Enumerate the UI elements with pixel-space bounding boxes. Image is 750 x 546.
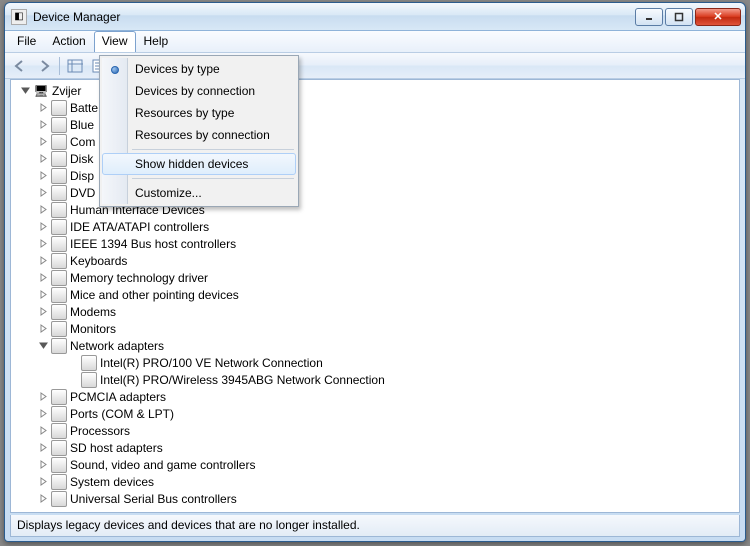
show-hide-tree-button[interactable] — [64, 55, 86, 77]
tree-category-label: Batte — [70, 100, 98, 116]
minimize-button[interactable] — [635, 8, 663, 26]
device-category-icon — [51, 338, 67, 354]
view-dropdown: Devices by type Devices by connection Re… — [99, 55, 299, 207]
tree-category[interactable]: Sound, video and game controllers — [13, 456, 739, 473]
computer-icon — [33, 83, 49, 99]
device-category-icon — [51, 389, 67, 405]
device-category-icon — [51, 151, 67, 167]
device-category-icon — [51, 253, 67, 269]
device-icon — [81, 355, 97, 371]
tree-category[interactable]: SD host adapters — [13, 439, 739, 456]
tree-root-label: Zvijer — [52, 83, 81, 99]
tree-category-label: Com — [70, 134, 95, 150]
tree-category[interactable]: PCMCIA adapters — [13, 388, 739, 405]
device-category-icon — [51, 406, 67, 422]
window-title: Device Manager — [33, 10, 633, 24]
tree-category[interactable]: Memory technology driver — [13, 269, 739, 286]
device-category-icon — [51, 457, 67, 473]
tree-category-label: Memory technology driver — [70, 270, 208, 286]
tree-device-label: Intel(R) PRO/Wireless 3945ABG Network Co… — [100, 372, 385, 388]
device-category-icon — [51, 219, 67, 235]
tree-category-label: Monitors — [70, 321, 116, 337]
dropdown-separator — [132, 178, 294, 179]
tree-category-label: Disk — [70, 151, 93, 167]
tree-category[interactable]: Mice and other pointing devices — [13, 286, 739, 303]
device-category-icon — [51, 100, 67, 116]
bullet-selected-icon — [111, 66, 119, 74]
app-icon: ◧ — [11, 9, 27, 25]
tree-category-label: System devices — [70, 474, 154, 490]
menu-help[interactable]: Help — [136, 31, 177, 52]
window-controls — [633, 8, 741, 26]
dropdown-separator — [132, 149, 294, 150]
device-category-icon — [51, 202, 67, 218]
tree-category[interactable]: System devices — [13, 473, 739, 490]
tree-category-label: Modems — [70, 304, 116, 320]
menu-action[interactable]: Action — [44, 31, 93, 52]
device-manager-window: ◧ Device Manager File Action View Help Z… — [4, 2, 746, 542]
tree-category-label: Universal Serial Bus controllers — [70, 491, 237, 507]
device-category-icon — [51, 474, 67, 490]
tree-category[interactable]: Network adapters — [13, 337, 739, 354]
nav-forward-button[interactable] — [33, 55, 55, 77]
statusbar: Displays legacy devices and devices that… — [10, 515, 740, 537]
tree-category[interactable]: Universal Serial Bus controllers — [13, 490, 739, 507]
device-icon — [81, 372, 97, 388]
menu-devices-by-connection[interactable]: Devices by connection — [102, 80, 296, 102]
tree-category[interactable]: Ports (COM & LPT) — [13, 405, 739, 422]
tree-device[interactable]: Intel(R) PRO/Wireless 3945ABG Network Co… — [13, 371, 739, 388]
tree-category[interactable]: Keyboards — [13, 252, 739, 269]
device-category-icon — [51, 287, 67, 303]
device-category-icon — [51, 423, 67, 439]
menu-resources-by-connection[interactable]: Resources by connection — [102, 124, 296, 146]
tree-category[interactable]: IDE ATA/ATAPI controllers — [13, 218, 739, 235]
device-category-icon — [51, 304, 67, 320]
tree-category-label: Processors — [70, 423, 130, 439]
tree-category-label: Sound, video and game controllers — [70, 457, 255, 473]
tree-category-label: DVD — [70, 185, 95, 201]
device-category-icon — [51, 134, 67, 150]
tree-category-label: SD host adapters — [70, 440, 163, 456]
menu-show-hidden-devices[interactable]: Show hidden devices — [102, 153, 296, 175]
device-category-icon — [51, 440, 67, 456]
menu-view[interactable]: View — [94, 31, 136, 52]
tree-category[interactable]: IEEE 1394 Bus host controllers — [13, 235, 739, 252]
device-category-icon — [51, 321, 67, 337]
tree-category-label: IEEE 1394 Bus host controllers — [70, 236, 236, 252]
device-category-icon — [51, 168, 67, 184]
tree-category-label: IDE ATA/ATAPI controllers — [70, 219, 209, 235]
tree-category-label: Blue — [70, 117, 94, 133]
menu-devices-by-type[interactable]: Devices by type — [102, 58, 296, 80]
device-category-icon — [51, 185, 67, 201]
menu-file[interactable]: File — [9, 31, 44, 52]
menu-resources-by-type[interactable]: Resources by type — [102, 102, 296, 124]
tree-category[interactable]: Modems — [13, 303, 739, 320]
tree-device-label: Intel(R) PRO/100 VE Network Connection — [100, 355, 323, 371]
tree-category-label: Mice and other pointing devices — [70, 287, 239, 303]
tree-device[interactable]: Intel(R) PRO/100 VE Network Connection — [13, 354, 739, 371]
tree-category-label: Keyboards — [70, 253, 127, 269]
nav-back-button[interactable] — [9, 55, 31, 77]
tree-category-label: Disp — [70, 168, 94, 184]
device-category-icon — [51, 270, 67, 286]
menubar: File Action View Help — [5, 31, 745, 53]
device-category-icon — [51, 117, 67, 133]
device-category-icon — [51, 491, 67, 507]
tree-category-label: PCMCIA adapters — [70, 389, 166, 405]
tree-category[interactable]: Monitors — [13, 320, 739, 337]
device-category-icon — [51, 236, 67, 252]
maximize-button[interactable] — [665, 8, 693, 26]
close-button[interactable] — [695, 8, 741, 26]
toolbar-separator — [59, 57, 60, 75]
tree-category-label: Network adapters — [70, 338, 164, 354]
status-text: Displays legacy devices and devices that… — [17, 518, 360, 532]
menu-customize[interactable]: Customize... — [102, 182, 296, 204]
titlebar[interactable]: ◧ Device Manager — [5, 3, 745, 31]
tree-category-label: Ports (COM & LPT) — [70, 406, 174, 422]
tree-category[interactable]: Processors — [13, 422, 739, 439]
